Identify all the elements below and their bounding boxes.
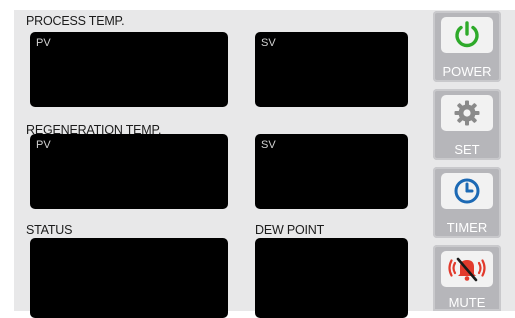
gear-icon xyxy=(454,100,480,126)
process-pv-display: PV xyxy=(30,32,228,107)
status-display xyxy=(30,238,228,318)
alarm-bell-muted-icon xyxy=(448,257,486,282)
mute-button[interactable]: MUTE xyxy=(433,245,501,311)
regeneration-sv-tag: SV xyxy=(261,139,276,151)
set-button-label: SET xyxy=(454,142,480,157)
power-button-label: POWER xyxy=(442,64,492,79)
power-icon xyxy=(455,21,479,48)
timer-button-label: TIMER xyxy=(446,220,488,235)
regeneration-pv-display: PV xyxy=(30,134,228,209)
dew-point-display xyxy=(255,238,408,318)
timer-button[interactable]: TIMER xyxy=(433,167,501,238)
regeneration-sv-display: SV xyxy=(255,134,408,209)
set-icon-face xyxy=(441,95,493,131)
mute-button-label: MUTE xyxy=(448,295,486,310)
regeneration-pv-tag: PV xyxy=(36,139,51,151)
dew-point-label: DEW POINT xyxy=(255,223,325,237)
timer-icon-face xyxy=(441,173,493,209)
power-icon-face xyxy=(441,17,493,53)
clock-icon xyxy=(454,178,480,204)
status-label: STATUS xyxy=(26,223,73,237)
set-button[interactable]: SET xyxy=(433,89,501,160)
power-button[interactable]: POWER xyxy=(433,11,501,82)
process-temp-label: PROCESS TEMP. xyxy=(26,14,125,28)
process-pv-tag: PV xyxy=(36,37,51,49)
process-sv-display: SV xyxy=(255,32,408,107)
process-sv-tag: SV xyxy=(261,37,276,49)
mute-icon-face xyxy=(441,251,493,287)
